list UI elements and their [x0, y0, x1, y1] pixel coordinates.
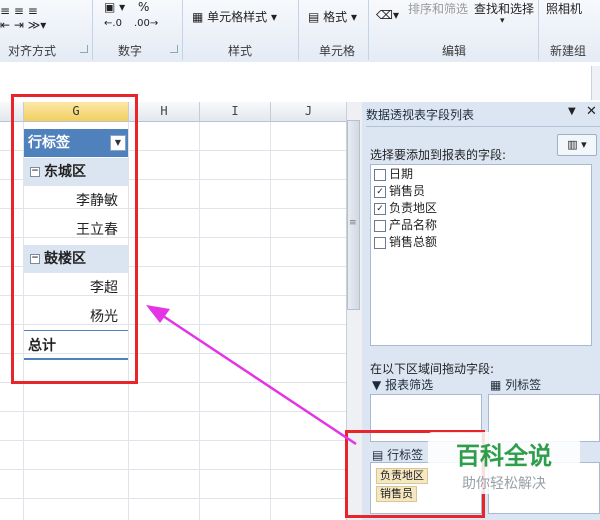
watermark-logo: 百科全说 助你轻松解决: [428, 432, 580, 494]
watermark-title: 百科全说: [456, 442, 552, 470]
watermark-subtitle: 助你轻松解决: [462, 476, 546, 492]
